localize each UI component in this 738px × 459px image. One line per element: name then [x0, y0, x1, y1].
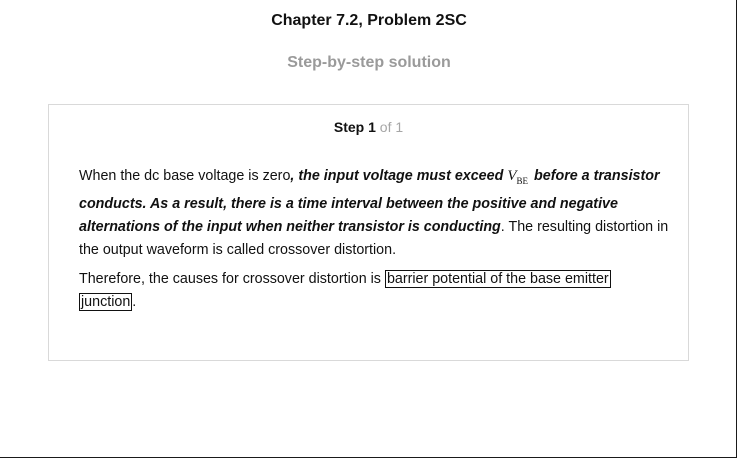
conclusion-intro: Therefore, the causes for crossover dist…	[79, 271, 385, 287]
step-number: 1	[368, 119, 376, 135]
solution-subtitle: Step-by-step solution	[287, 54, 451, 71]
answer-box-line2: junction	[79, 293, 133, 311]
step-word: Step	[333, 119, 365, 135]
step-card: Step 1 of 1 When the dc base voltage is …	[48, 104, 689, 361]
chapter-title: Chapter 7.2, Problem 2SC	[271, 12, 467, 29]
conclusion-paragraph: Therefore, the causes for crossover dist…	[79, 268, 669, 314]
step-count: of 1	[379, 119, 404, 135]
explanation-paragraph: When the dc base voltage is zero, the in…	[79, 165, 669, 262]
explanation-intro: When the dc base voltage is zero	[79, 168, 291, 184]
answer-box-line1: barrier potential of the base emitter	[384, 270, 611, 288]
step-header: Step 1 of 1	[49, 119, 688, 135]
step-body: When the dc base voltage is zero, the in…	[79, 165, 669, 320]
vbe-symbol: VBE	[507, 168, 529, 186]
conclusion-outro: .	[132, 294, 137, 310]
vbe-subscript: BE	[516, 176, 529, 186]
vbe-variable: V	[507, 168, 517, 184]
explanation-emphasis-a: , the input voltage must exceed	[290, 168, 504, 184]
